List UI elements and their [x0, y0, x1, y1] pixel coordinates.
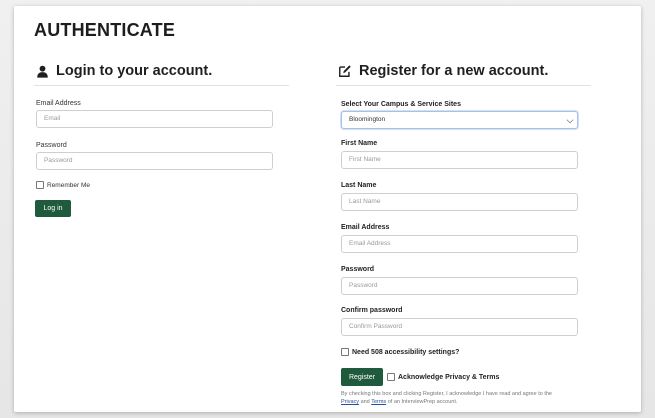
chevron-down-icon — [566, 116, 574, 124]
register-email-input[interactable]: Email Address — [341, 235, 578, 253]
last-name-label: Last Name — [341, 182, 377, 189]
page-title: AUTHENTICATE — [34, 20, 176, 40]
page-background: AUTHENTICATE Login to your account. Emai… — [0, 0, 655, 418]
register-heading-text: Register for a new account. — [359, 63, 549, 79]
campus-select[interactable]: Bloomington — [341, 111, 578, 129]
register-email-label: Email Address — [341, 224, 390, 231]
campus-label: Select Your Campus & Service Sites — [341, 101, 461, 108]
remember-me-box[interactable] — [36, 181, 44, 189]
register-heading: Register for a new account. — [338, 63, 548, 79]
login-password-label: Password — [36, 142, 67, 149]
remember-me-checkbox[interactable]: Remember Me — [36, 181, 90, 189]
acknowledge-box[interactable] — [387, 373, 395, 381]
acknowledge-label: Acknowledge Privacy & Terms — [398, 373, 500, 381]
register-button[interactable]: Register — [341, 368, 383, 386]
login-button[interactable]: Log in — [35, 200, 71, 217]
confirm-password-label: Confirm password — [341, 307, 403, 314]
terms-link[interactable]: Terms — [371, 399, 386, 405]
first-name-input[interactable]: First Name — [341, 151, 578, 169]
register-password-input[interactable]: Password — [341, 277, 578, 295]
campus-select-value: Bloomington — [349, 116, 386, 123]
privacy-link[interactable]: Privacy — [341, 399, 359, 405]
first-name-label: First Name — [341, 140, 378, 147]
fine-print-and: and — [360, 399, 370, 405]
login-heading: Login to your account. — [36, 63, 212, 79]
auth-card: AUTHENTICATE Login to your account. Emai… — [14, 6, 641, 412]
terms-fine-print: By checking this box and clicking Regist… — [341, 390, 556, 406]
login-email-input[interactable]: Email — [36, 110, 273, 128]
edit-icon — [338, 64, 352, 78]
register-password-label: Password — [341, 266, 375, 273]
accessibility-label: Need 508 accessibility settings? — [352, 348, 460, 356]
login-heading-text: Login to your account. — [56, 63, 213, 79]
login-email-label: Email Address — [36, 100, 81, 107]
confirm-password-input[interactable]: Confirm Password — [341, 318, 578, 336]
login-password-input[interactable]: Password — [36, 152, 273, 170]
fine-print-end: of an InterviewPrep account. — [387, 399, 458, 405]
login-divider — [34, 85, 289, 86]
last-name-input[interactable]: Last Name — [341, 193, 578, 211]
acknowledge-checkbox[interactable]: Acknowledge Privacy & Terms — [387, 373, 499, 381]
fine-print-start: By checking this box and clicking Regist… — [341, 391, 552, 397]
register-divider — [336, 85, 591, 86]
accessibility-box[interactable] — [341, 348, 349, 356]
user-icon — [36, 65, 49, 78]
remember-me-label: Remember Me — [47, 181, 90, 189]
accessibility-checkbox[interactable]: Need 508 accessibility settings? — [341, 348, 459, 356]
